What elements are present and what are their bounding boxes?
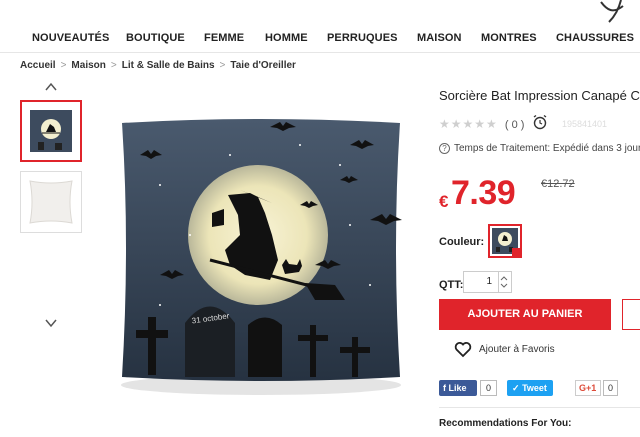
buy-now-button[interactable] [622, 299, 640, 330]
processing-time: ? Temps de Traitement: Expédié dans 3 jou… [439, 143, 640, 154]
breadcrumb-home[interactable]: Accueil [20, 60, 56, 71]
product-title: Sorcière Bat Impression Canapé Couss [439, 88, 640, 103]
nav-item-perruques[interactable]: PERRUQUES [327, 32, 398, 44]
divider [439, 407, 640, 408]
rating-stars-icon[interactable]: ★★★★★ [439, 117, 498, 131]
twitter-icon: ✓ [512, 383, 520, 393]
nav-item-maison[interactable]: MAISON [417, 32, 462, 44]
selected-check-icon [512, 248, 520, 256]
google-plus-button[interactable]: G+1 [575, 380, 601, 396]
facebook-like-label: Like [448, 383, 467, 393]
processing-time-text: Temps de Traitement: Expédié dans 3 jour… [454, 143, 640, 154]
rating-count[interactable]: ( 0 ) [505, 119, 525, 131]
price: 7.39 [451, 174, 516, 212]
thumb-down-arrow-icon[interactable] [44, 316, 58, 330]
question-icon[interactable]: ? [439, 143, 450, 154]
price-currency: € [439, 192, 449, 211]
thumbnail-plain-pillow[interactable] [20, 171, 82, 233]
quantity-input[interactable]: 1 [463, 271, 499, 293]
alarm-clock-icon[interactable] [532, 114, 548, 130]
facebook-icon: f [443, 383, 446, 393]
main-nav: NOUVEAUTÉS BOUTIQUE FEMME HOMME PERRUQUE… [0, 26, 640, 53]
main-product-image: 31 october [100, 85, 422, 407]
breadcrumb-maison[interactable]: Maison [71, 60, 105, 71]
recommendations-heading: Recommendations For You: [439, 418, 572, 429]
qty-label: QTT: [439, 279, 464, 291]
twitter-tweet-button[interactable]: ✓ Tweet [507, 380, 553, 396]
breadcrumb-separator: > [60, 60, 67, 71]
thumbnail-witch-pillow[interactable] [20, 100, 82, 162]
nav-item-homme[interactable]: HOMME [265, 32, 308, 44]
thumb-up-arrow-icon[interactable] [44, 80, 58, 94]
nav-item-montres[interactable]: MONTRES [481, 32, 537, 44]
google-plus-count: 0 [603, 380, 618, 396]
nav-item-femme[interactable]: FEMME [204, 32, 244, 44]
breadcrumb-separator: > [219, 60, 226, 71]
product-id: 195841401 [562, 119, 608, 129]
logo[interactable] [597, 0, 637, 24]
quantity-stepper[interactable] [498, 271, 512, 293]
twitter-tweet-label: Tweet [522, 383, 547, 393]
rating: ★★★★★ ( 0 ) [439, 117, 524, 131]
breadcrumb-lit-salle-de-bains[interactable]: Lit & Salle de Bains [122, 60, 215, 71]
facebook-like-button[interactable]: f Like [439, 380, 477, 396]
facebook-like-count: 0 [480, 380, 497, 396]
nav-item-chaussures[interactable]: CHAUSSURES [556, 32, 634, 44]
color-swatch-selected[interactable] [488, 224, 522, 258]
add-to-cart-button[interactable]: AJOUTER AU PANIER [439, 299, 611, 330]
heart-icon[interactable] [454, 340, 472, 358]
breadcrumb: Accueil > Maison > Lit & Salle de Bains > Taie… [20, 60, 296, 71]
nav-item-nouveautes[interactable]: NOUVEAUTÉS [32, 32, 109, 44]
old-price: €12.72 [541, 178, 575, 190]
breadcrumb-separator: > [110, 60, 117, 71]
breadcrumb-taie-oreiller[interactable]: Taie d'Oreiller [230, 60, 296, 71]
add-to-favorites-link[interactable]: Ajouter à Favoris [479, 344, 555, 355]
color-label: Couleur: [439, 236, 485, 248]
nav-item-boutique[interactable]: BOUTIQUE [126, 32, 185, 44]
